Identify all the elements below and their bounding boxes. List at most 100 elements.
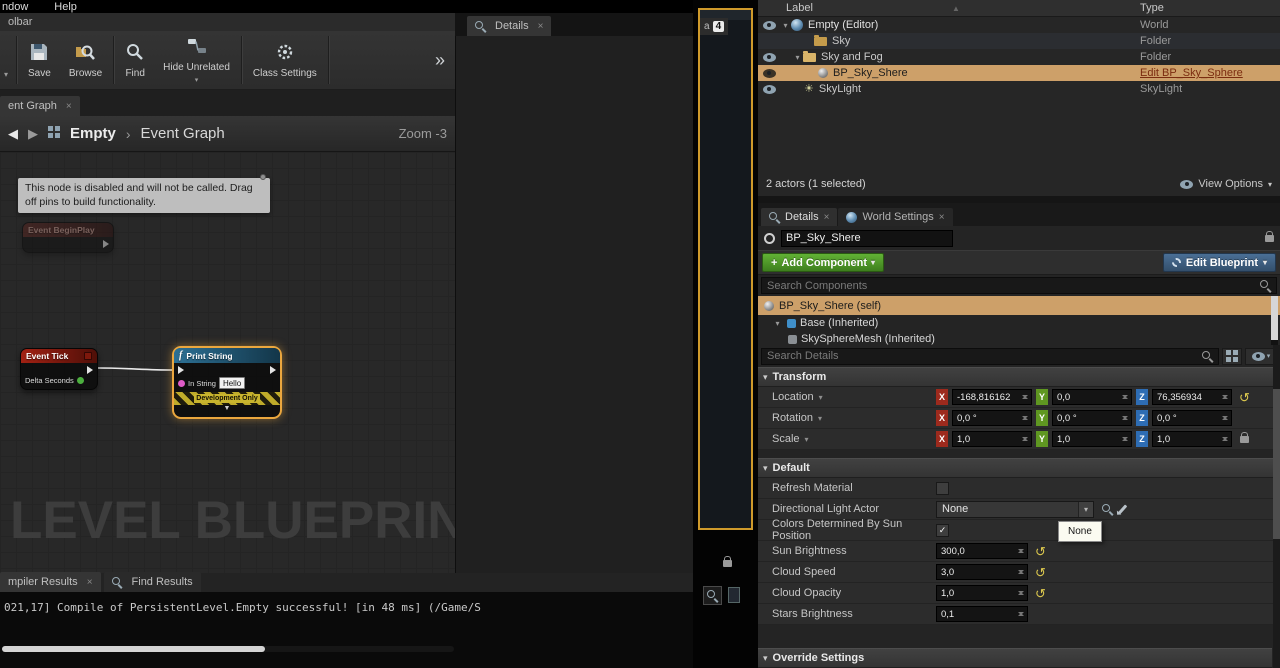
location-z-field[interactable]: 76,356934 (1152, 389, 1232, 405)
exec-pin-out[interactable] (103, 240, 109, 248)
lock-scale-icon[interactable] (1240, 432, 1249, 446)
rotation-y-field[interactable]: 0,0 ° (1052, 410, 1132, 426)
outliner-row-skylight[interactable]: ☀ SkyLight SkyLight (758, 81, 1280, 97)
eyedropper-icon[interactable] (1117, 503, 1128, 515)
horizontal-scrollbar[interactable] (2, 646, 454, 652)
rotation-z-field[interactable]: 0,0 ° (1152, 410, 1232, 426)
reset-icon[interactable]: ↺ (1239, 391, 1250, 404)
forward-button[interactable]: ▶ (28, 126, 38, 142)
component-row-base[interactable]: ▾ Base (Inherited) (758, 315, 1280, 331)
outliner-row-sky[interactable]: Sky Folder (758, 33, 1280, 49)
stars-brightness-field[interactable]: 0,1 (936, 606, 1028, 622)
class-settings-button[interactable]: Class Settings (244, 31, 326, 89)
toolbar-overflow-button[interactable]: » (425, 31, 455, 89)
node-print-string[interactable]: f Print String In String Hello Developme… (172, 346, 282, 419)
component-row-self[interactable]: BP_Sky_Shere (self) (758, 296, 1280, 315)
float-pin-out[interactable] (76, 377, 84, 384)
location-y-field[interactable]: 0,0 (1052, 389, 1132, 405)
back-button[interactable]: ◀ (8, 126, 18, 142)
component-row-mesh[interactable]: SkySphereMesh (Inherited) (758, 331, 1280, 345)
search-button[interactable] (703, 586, 722, 605)
browse-button[interactable]: Browse (60, 31, 111, 89)
close-icon[interactable]: × (939, 212, 945, 223)
property-matrix-button[interactable] (1222, 347, 1242, 365)
browse-asset-icon[interactable] (1102, 503, 1113, 515)
scrollbar-thumb[interactable] (2, 646, 265, 652)
cloud-speed-field[interactable]: 3,0 (936, 564, 1028, 580)
location-x-field[interactable]: -168,816162 (952, 389, 1032, 405)
menu-help[interactable]: Help (54, 1, 77, 13)
details-scrollbar[interactable] (1273, 345, 1280, 668)
colors-sun-checkbox[interactable]: ✓ (936, 523, 949, 537)
directional-light-dropdown[interactable]: None ▾ (936, 500, 1094, 518)
reset-icon[interactable]: ↺ (1035, 545, 1046, 558)
outliner-row-sky-and-fog[interactable]: ▾ Sky and Fog Folder (758, 49, 1280, 65)
document-icon[interactable] (728, 587, 740, 603)
close-icon[interactable]: × (87, 577, 93, 588)
section-override-settings[interactable]: ▾ Override Settings (758, 648, 1272, 668)
scale-y-field[interactable]: 1,0 (1052, 431, 1132, 447)
tab-world-settings[interactable]: World Settings × (838, 208, 953, 226)
tab-find-results[interactable]: Find Results (103, 572, 201, 592)
event-graph-canvas[interactable]: LEVEL BLUEPRINT This node is disabled an… (0, 152, 455, 573)
property-label[interactable]: Location ▾ (758, 391, 936, 403)
reset-icon[interactable]: ↺ (1035, 566, 1046, 579)
tab-details-floating[interactable]: Details × (467, 16, 552, 36)
breadcrumb-root[interactable]: Empty (70, 125, 116, 142)
tab-event-graph[interactable]: ent Graph × (0, 96, 80, 116)
scale-z-field[interactable]: 1,0 (1152, 431, 1232, 447)
lock-icon[interactable] (1265, 231, 1274, 245)
section-default[interactable]: ▾ Default (758, 458, 1280, 478)
string-pin-in[interactable] (178, 379, 185, 387)
search-components-input[interactable] (761, 277, 1277, 294)
expander-icon[interactable]: ▾ (792, 53, 803, 62)
node-event-tick[interactable]: Event Tick Delta Seconds (20, 348, 98, 390)
highlighted-dock-panel[interactable] (698, 8, 753, 530)
node-expand-arrow[interactable]: ▼ (178, 405, 276, 413)
add-component-button[interactable]: + Add Component ▾ (762, 253, 884, 272)
scrollbar-thumb[interactable] (1271, 296, 1278, 340)
refresh-material-checkbox[interactable] (936, 481, 949, 495)
save-button[interactable]: Save (19, 31, 60, 89)
scrollbar-thumb[interactable] (1273, 389, 1280, 539)
reset-icon[interactable]: ↺ (1035, 587, 1046, 600)
edit-blueprint-link[interactable]: Edit BP_Sky_Sphere (1140, 67, 1243, 79)
section-transform[interactable]: ▾ Transform (758, 367, 1280, 387)
lock-icon[interactable] (723, 556, 732, 570)
tab-compiler-results[interactable]: mpiler Results × (0, 572, 101, 592)
find-button[interactable]: Find (116, 31, 154, 89)
sun-brightness-field[interactable]: 300,0 (936, 543, 1028, 559)
expander-icon[interactable]: ▾ (772, 319, 783, 328)
column-type[interactable]: Type (1140, 2, 1164, 14)
hide-unrelated-button[interactable]: Hide Unrelated ▾ (154, 31, 239, 89)
visibility-eye-icon[interactable] (762, 68, 776, 78)
disabled-node-note[interactable]: This node is disabled and will not be ca… (18, 174, 270, 214)
visibility-eye-icon[interactable] (762, 84, 776, 94)
dock-mini-tab[interactable]: a 4 (700, 18, 729, 35)
property-label[interactable]: Rotation ▾ (758, 412, 936, 424)
toolbar-cut-buttons[interactable]: ▾ (2, 31, 14, 89)
visibility-eye-icon[interactable] (762, 52, 776, 62)
edit-blueprint-button[interactable]: Edit Blueprint ▾ (1162, 253, 1276, 272)
scale-x-field[interactable]: 1,0 (952, 431, 1032, 447)
in-string-value-field[interactable]: Hello (218, 377, 246, 389)
visibility-eye-icon[interactable] (762, 20, 776, 30)
property-label[interactable]: Scale ▾ (758, 433, 936, 445)
search-details-input[interactable] (761, 347, 1219, 365)
compiler-log[interactable]: 021,17] Compile of PersistentLevel.Empty… (0, 592, 693, 668)
close-icon[interactable]: × (824, 212, 830, 223)
close-icon[interactable]: × (538, 21, 544, 32)
actor-name-field[interactable] (781, 229, 953, 247)
exec-pin-in[interactable] (178, 366, 184, 374)
rotation-x-field[interactable]: 0,0 ° (952, 410, 1032, 426)
exec-pin-out[interactable] (87, 366, 93, 374)
tab-details[interactable]: Details × (761, 208, 838, 226)
view-options-button[interactable]: View Options ▾ (1180, 178, 1272, 190)
cloud-opacity-field[interactable]: 1,0 (936, 585, 1028, 601)
node-event-beginplay[interactable]: Event BeginPlay (22, 222, 114, 253)
close-icon[interactable]: × (66, 101, 72, 112)
menu-window[interactable]: ndow (2, 1, 28, 13)
exec-pin-out[interactable] (270, 366, 276, 374)
component-scrollbar[interactable] (1271, 296, 1278, 345)
breadcrumb-current[interactable]: Event Graph (141, 125, 225, 142)
